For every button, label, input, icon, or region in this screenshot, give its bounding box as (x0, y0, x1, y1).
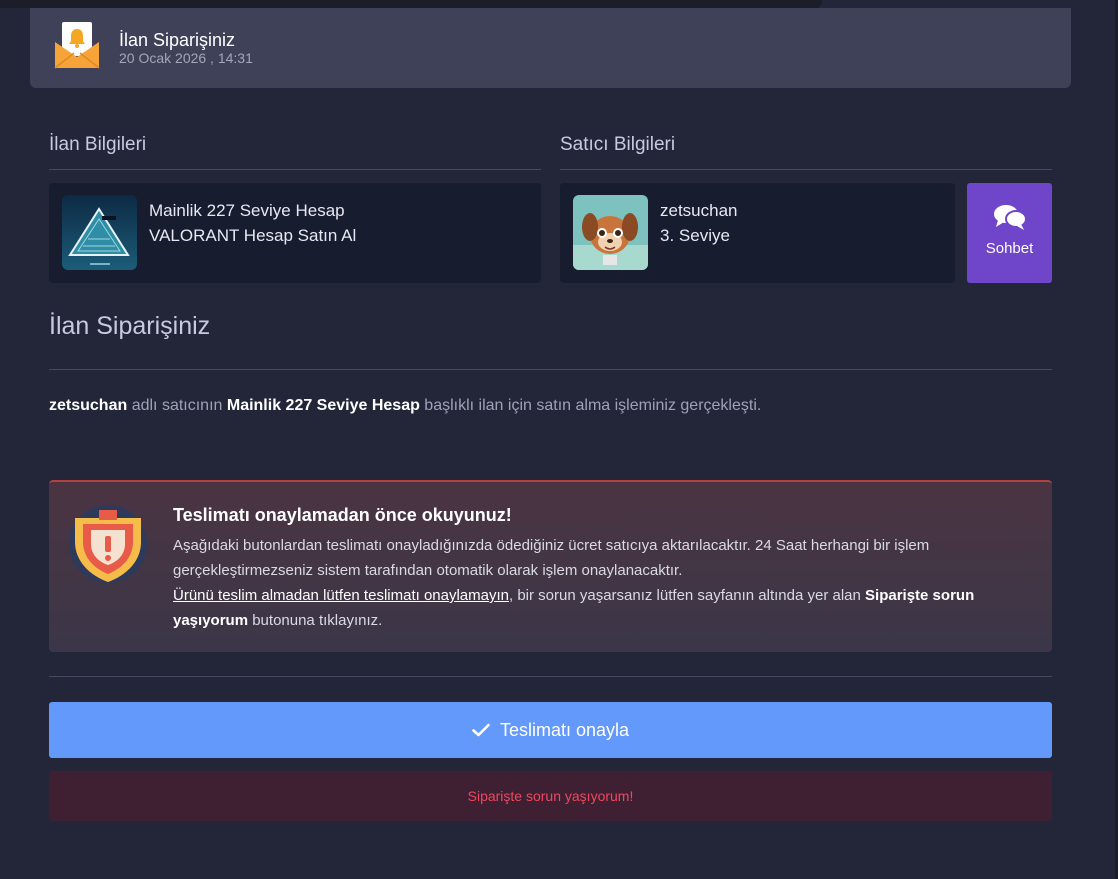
seller-avatar (573, 195, 648, 270)
notification-header: İlan Siparişiniz 20 Ocak 2026 , 14:31 (30, 8, 1071, 88)
warning-text: Aşağıdaki butonlardan teslimatı onayladı… (173, 533, 1023, 633)
product-category[interactable]: VALORANT Hesap Satın Al (100, 223, 356, 248)
check-icon (472, 723, 490, 737)
warning-underline-text: Ürünü teslim almadan lütfen teslimatı on… (173, 587, 509, 604)
divider (49, 169, 541, 170)
seller-name[interactable]: zetsuchan (660, 198, 738, 223)
mail-bell-icon (54, 22, 100, 69)
header-title: İlan Siparişiniz (119, 30, 236, 50)
order-problem-button[interactable]: Siparişte sorun yaşıyorum! (49, 771, 1052, 821)
order-description: zetsuchan adlı satıcının Mainlik 227 Sev… (49, 397, 761, 415)
warning-text-3: butonuna tıklayınız. (248, 612, 383, 629)
seller-info-title: Satıcı Bilgileri (560, 134, 676, 155)
order-title: İlan Siparişiniz (49, 312, 211, 340)
listing-info-title: İlan Bilgileri (49, 134, 147, 155)
order-desc-part1: adlı satıcının (127, 397, 227, 414)
order-product-name: Mainlik 227 Seviye Hesap (226, 397, 420, 414)
header-date: 20 Ocak 2026 , 14:31 (119, 50, 253, 66)
divider (49, 676, 1052, 677)
product-name[interactable]: Mainlik 227 Seviye Hesap (100, 198, 356, 223)
warning-text-2: , bir sorun yaşarsanız lütfen sayfanın a… (509, 587, 866, 604)
shield-warning-icon (69, 505, 147, 583)
seller-text: zetsuchan 3. Seviye (660, 198, 738, 248)
listing-text: Mainlik 227 Seviye Hesap VALORANT Hesap … (100, 198, 356, 248)
seller-level: 3. Seviye (660, 226, 730, 245)
divider (49, 369, 1052, 370)
warning-text-1: Aşağıdaki butonlardan teslimatı onayladı… (173, 537, 930, 579)
order-seller-name: zetsuchan (49, 397, 128, 414)
confirm-delivery-button[interactable]: Teslimatı onayla (49, 702, 1052, 758)
seller-card[interactable] (560, 183, 955, 283)
chat-bubbles-icon (994, 205, 1027, 230)
divider (560, 169, 1052, 170)
chat-button[interactable]: Sohbet (967, 183, 1052, 283)
warning-box: Teslimatı onaylamadan önce okuyunuz! Aşa… (49, 480, 1052, 652)
chat-button-label: Sohbet (985, 240, 1034, 257)
confirm-delivery-label: Teslimatı onayla (499, 719, 630, 740)
warning-title: Teslimatı onaylamadan önce okuyunuz! (173, 505, 512, 525)
order-problem-label: Siparişte sorun yaşıyorum! (467, 788, 634, 804)
top-bar (0, 0, 822, 8)
order-desc-part2: başlıklı ilan için satın alma işleminiz … (419, 397, 762, 414)
